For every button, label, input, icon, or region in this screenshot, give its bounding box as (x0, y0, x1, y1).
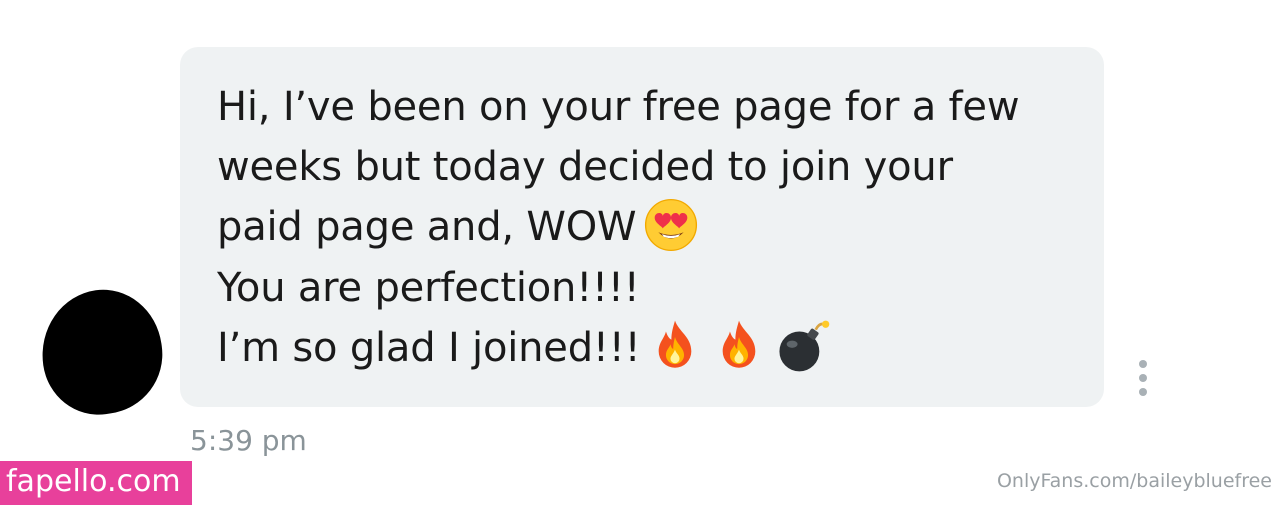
message-line-1: Hi, I’ve been on your free page for a fe… (217, 84, 1020, 130)
message-bubble[interactable]: Hi, I’ve been on your free page for a fe… (180, 47, 1104, 407)
menu-dot (1139, 360, 1147, 368)
fire-emoji-icon (646, 317, 704, 375)
message-line-5: I’m so glad I joined!!! (217, 318, 1074, 379)
fire-emoji-icon (710, 317, 768, 375)
menu-dot (1139, 388, 1147, 396)
menu-dot (1139, 374, 1147, 382)
heart-eyes-emoji-icon (642, 196, 700, 254)
watermark-left: fapello.com (0, 461, 192, 505)
watermark-right: OnlyFans.com/baileybluefree (996, 470, 1272, 492)
message-line-2: weeks but today decided to join your (217, 144, 953, 190)
message-line-3-text: paid page and, WOW (217, 204, 637, 250)
message-line-3: paid page and, WOW (217, 197, 1074, 258)
bomb-emoji-icon (774, 317, 832, 375)
message-timestamp: 5:39 pm (190, 424, 307, 457)
message-options-icon[interactable] (1134, 360, 1152, 396)
avatar[interactable] (33, 282, 171, 422)
message-line-5-text: I’m so glad I joined!!! (217, 325, 641, 371)
message-line-4: You are perfection!!!! (217, 265, 640, 311)
